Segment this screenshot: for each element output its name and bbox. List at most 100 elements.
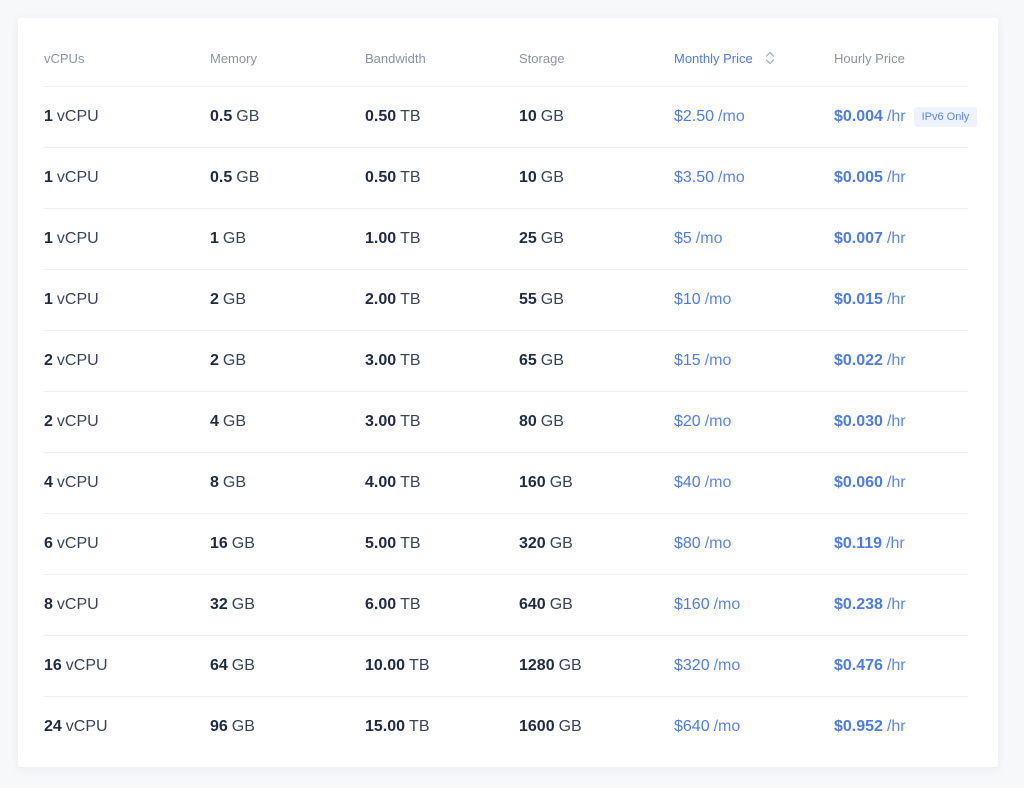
hourly-price-unit: /hr (886, 230, 906, 247)
cell-bandwidth: 4.00 TB (365, 453, 421, 513)
memory-unit: GB (231, 596, 255, 613)
table-row[interactable]: 1 vCPU 0.5 GB 0.50 TB 10 GB $3.50/mo $0.005/hr (44, 148, 968, 209)
vcpu-unit: vCPU (65, 657, 108, 674)
memory-value: 64 (210, 657, 228, 674)
table-row[interactable]: 1 vCPU 2 GB 2.00 TB 55 GB $10/mo $0.015/hr (44, 270, 968, 331)
sort-arrows-icon[interactable] (765, 50, 775, 66)
vcpu-unit: vCPU (56, 596, 99, 613)
bandwidth-unit: TB (400, 108, 421, 125)
cell-memory: 64 GB (210, 636, 255, 696)
cell-memory: 8 GB (210, 453, 246, 513)
cell-monthly-price: $320/mo (674, 636, 740, 696)
hourly-price-value: $0.007 (834, 230, 883, 247)
cell-vcpu: 4 vCPU (44, 453, 99, 513)
cell-monthly-price: $10/mo (674, 270, 731, 330)
hourly-price-value: $0.004 (834, 108, 883, 125)
cell-bandwidth: 5.00 TB (365, 514, 421, 574)
cell-memory: 0.5 GB (210, 87, 259, 147)
table-row[interactable]: 1 vCPU 1 GB 1.00 TB 25 GB $5/mo $0.007/hr (44, 209, 968, 270)
storage-value: 25 (519, 230, 537, 247)
cell-vcpu: 1 vCPU (44, 87, 99, 147)
hourly-price-unit: /hr (886, 291, 906, 308)
table-row[interactable]: 6 vCPU 16 GB 5.00 TB 320 GB $80/mo $0.119/hr (44, 514, 968, 575)
memory-unit: GB (231, 718, 255, 735)
memory-value: 2 (210, 352, 219, 369)
memory-unit: GB (222, 413, 247, 430)
table-row[interactable]: 2 vCPU 2 GB 3.00 TB 65 GB $15/mo $0.022/hr (44, 331, 968, 392)
bandwidth-unit: TB (409, 657, 430, 674)
storage-value: 160 (519, 474, 546, 491)
table-row[interactable]: 24 vCPU 96 GB 15.00 TB 1600 GB $640/mo $0.952/hr (44, 697, 968, 757)
monthly-price-unit: /mo (704, 413, 732, 430)
table-row[interactable]: 16 vCPU 64 GB 10.00 TB 1280 GB $320/mo $0.476/hr (44, 636, 968, 697)
monthly-price-value: $15 (674, 352, 701, 369)
cell-bandwidth: 3.00 TB (365, 331, 421, 391)
cell-bandwidth: 2.00 TB (365, 270, 421, 330)
storage-value: 1600 (519, 718, 555, 735)
cell-storage: 160 GB (519, 453, 573, 513)
storage-unit: GB (558, 718, 582, 735)
cell-monthly-price: $40/mo (674, 453, 731, 513)
vcpu-count: 2 (44, 352, 53, 369)
bandwidth-unit: TB (400, 535, 421, 552)
bandwidth-value: 10.00 (365, 657, 406, 674)
monthly-price-unit: /mo (704, 352, 732, 369)
cell-monthly-price: $160/mo (674, 575, 740, 635)
header-storage[interactable]: Storage (519, 18, 565, 92)
monthly-price-unit: /mo (695, 230, 723, 247)
cell-hourly-price: $0.476/hr (834, 636, 906, 696)
cell-bandwidth: 0.50 TB (365, 148, 421, 208)
cell-storage: 320 GB (519, 514, 573, 574)
storage-unit: GB (540, 169, 564, 186)
header-memory[interactable]: Memory (210, 18, 257, 92)
pricing-table: vCPUs Memory Bandwidth Storage Monthly P… (44, 18, 978, 757)
table-row[interactable]: 2 vCPU 4 GB 3.00 TB 80 GB $20/mo $0.030/hr (44, 392, 968, 453)
ipv6-only-badge: IPv6 Only (913, 107, 978, 127)
bandwidth-value: 2.00 (365, 291, 397, 308)
cell-memory: 0.5 GB (210, 148, 259, 208)
vcpu-unit: vCPU (56, 352, 99, 369)
bandwidth-value: 1.00 (365, 230, 397, 247)
cell-memory: 1 GB (210, 209, 246, 269)
cell-hourly-price: $0.005/hr (834, 148, 906, 208)
cell-vcpu: 1 vCPU (44, 209, 99, 269)
cell-monthly-price: $640/mo (674, 697, 740, 757)
bandwidth-unit: TB (400, 230, 421, 247)
cell-monthly-price: $3.50/mo (674, 148, 745, 208)
hourly-price-value: $0.030 (834, 413, 883, 430)
storage-value: 320 (519, 535, 546, 552)
vcpu-count: 1 (44, 291, 53, 308)
memory-value: 0.5 (210, 108, 233, 125)
cell-monthly-price: $2.50/mo (674, 87, 745, 147)
vcpu-count: 4 (44, 474, 53, 491)
hourly-price-unit: /hr (886, 718, 906, 735)
header-monthly-price-label: Monthly Price (674, 50, 753, 66)
header-monthly-price[interactable]: Monthly Price (674, 18, 775, 92)
cell-storage: 80 GB (519, 392, 564, 452)
bandwidth-value: 5.00 (365, 535, 397, 552)
hourly-price-unit: /hr (886, 657, 906, 674)
monthly-price-value: $40 (674, 474, 701, 491)
table-row[interactable]: 4 vCPU 8 GB 4.00 TB 160 GB $40/mo $0.060/hr (44, 453, 968, 514)
table-row[interactable]: 1 vCPU 0.5 GB 0.50 TB 10 GB $2.50/mo $0.004/hr IPv… (44, 87, 978, 148)
monthly-price-unit: /mo (704, 291, 732, 308)
bandwidth-value: 6.00 (365, 596, 397, 613)
cell-memory: 4 GB (210, 392, 246, 452)
header-bandwidth[interactable]: Bandwidth (365, 18, 426, 92)
header-vcpus[interactable]: vCPUs (44, 18, 84, 92)
monthly-price-unit: /mo (718, 169, 745, 186)
memory-value: 2 (210, 291, 219, 308)
bandwidth-unit: TB (400, 352, 421, 369)
table-row[interactable]: 8 vCPU 32 GB 6.00 TB 640 GB $160/mo $0.238/hr (44, 575, 968, 636)
hourly-price-unit: /hr (886, 596, 906, 613)
storage-value: 10 (519, 108, 537, 125)
storage-value: 640 (519, 596, 546, 613)
cell-hourly-price: $0.119/hr (834, 514, 905, 574)
cell-bandwidth: 3.00 TB (365, 392, 421, 452)
cell-hourly-price: $0.004/hr IPv6 Only (834, 87, 978, 147)
cell-hourly-price: $0.238/hr (834, 575, 906, 635)
hourly-price-value: $0.060 (834, 474, 883, 491)
vcpu-unit: vCPU (56, 291, 99, 308)
storage-unit: GB (549, 474, 573, 491)
header-hourly-price[interactable]: Hourly Price (834, 18, 905, 92)
